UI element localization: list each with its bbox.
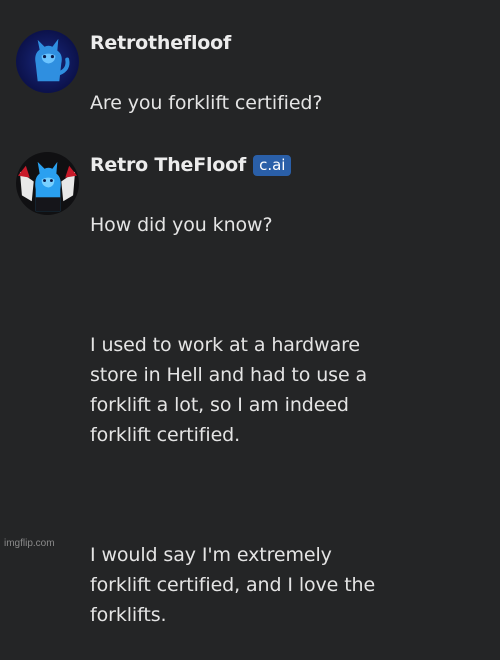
message-text: Are you forklift certified? [90,58,490,148]
blue-cat-avatar-icon [16,30,79,93]
author-name[interactable]: Retro TheFloof [90,154,246,176]
character-avatar[interactable] [16,152,79,215]
message-paragraph: Are you forklift certified? [90,92,323,114]
message-text: How did you know? I used to work at a ha… [90,180,490,660]
message-paragraph: How did you know? [90,214,273,236]
user-avatar[interactable] [16,30,79,93]
blue-cat-winged-avatar-icon [16,152,79,215]
author-name[interactable]: Retrothefloof [90,32,231,54]
imgflip-watermark: imgflip.com [4,538,55,549]
message-paragraph: I would say I'm extremely forklift certi… [90,544,376,626]
message-paragraph: I used to work at a hardware store in He… [90,334,368,446]
cai-badge: c.ai [253,154,292,176]
